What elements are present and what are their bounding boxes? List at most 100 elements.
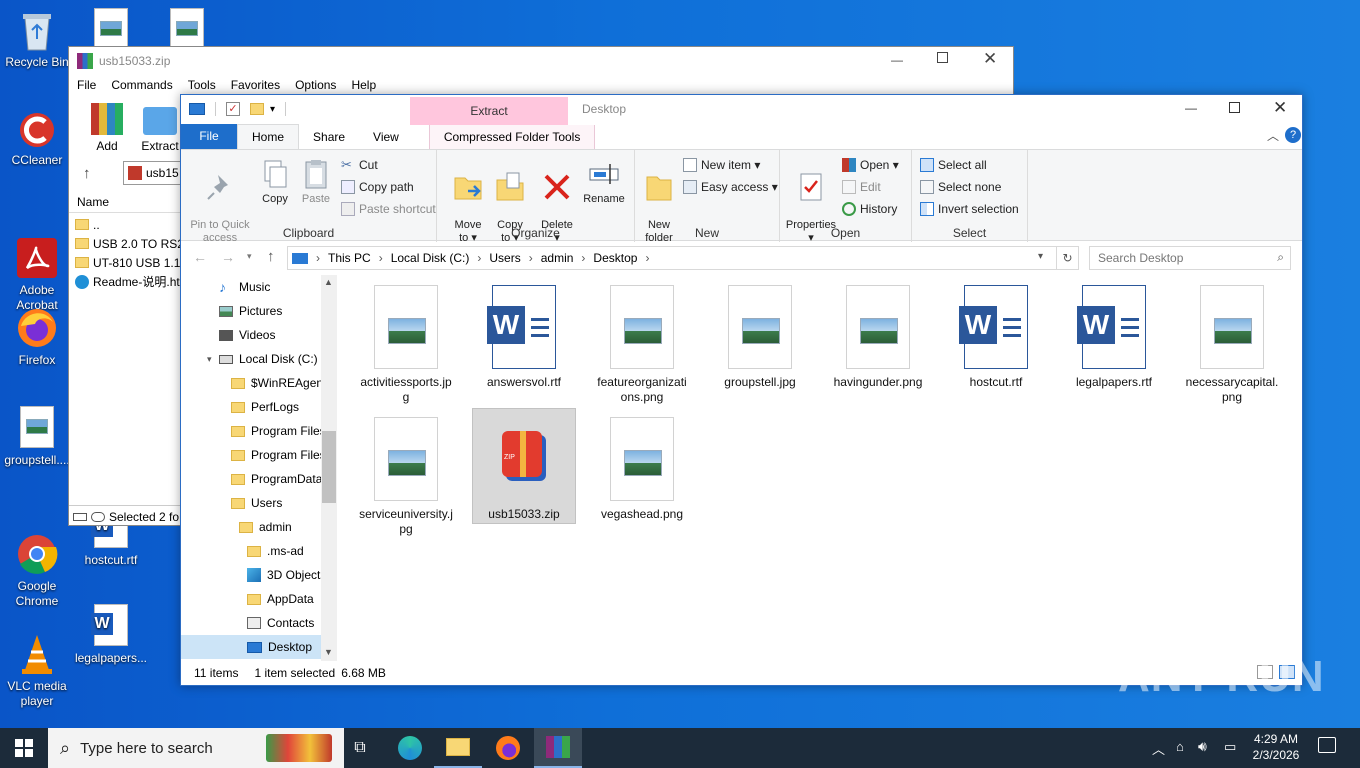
ribbon-collapse-icon[interactable]: ︿ [1267,127,1279,144]
expand-chevron-icon[interactable]: ▾ [207,354,212,365]
file-item[interactable]: Wanswersvol.rtf [473,275,575,390]
nav-item-ms-ad[interactable]: .ms-ad [181,539,321,563]
winrar-taskbar-button[interactable] [534,728,582,768]
volume-icon[interactable]: 🔊︎ [1198,738,1207,755]
nav-item-winreagent[interactable]: $WinREAgent [181,371,321,395]
paste-button[interactable]: Paste [297,158,335,206]
select-none-button[interactable]: Select none [920,180,1001,194]
menu-tools[interactable]: Tools [188,78,216,92]
nav-item-music[interactable]: ♪ Music [181,275,321,299]
up-button[interactable]: ↑ [267,248,275,265]
search-box[interactable]: Search Desktop ⌕ [1089,246,1291,270]
breadcrumb-admin[interactable]: admin [541,251,574,265]
menu-help[interactable]: Help [351,78,376,92]
desktop-icon-vlc[interactable]: VLC media player [0,602,74,724]
address-dropdown-icon[interactable]: ▾ [1038,251,1043,262]
edge-taskbar-button[interactable] [386,728,434,768]
file-explorer-taskbar-button[interactable] [434,728,482,768]
new-folder-qat-icon[interactable] [250,103,264,115]
file-item[interactable]: Wlegalpapers.rtf [1063,275,1165,390]
file-item[interactable]: vegashead.png [591,407,693,522]
winrar-list-header[interactable]: Name [69,191,181,213]
task-view-button[interactable]: ⧉ [336,728,384,768]
desktop-icon-firefox[interactable]: Firefox [0,306,74,368]
qat-customize-icon[interactable]: ▾ [270,104,275,115]
easy-access-button[interactable]: Easy access ▾ [683,180,778,194]
minimize-button[interactable]: — [891,53,903,67]
close-button[interactable]: ✕ [983,49,997,69]
file-item[interactable]: groupstell.jpg [709,275,811,390]
notifications-icon[interactable] [1318,737,1336,753]
select-all-button[interactable]: Select all [920,158,987,172]
winrar-path-field[interactable]: usb15 [123,161,183,185]
firefox-taskbar-button[interactable] [484,728,532,768]
desktop-icon-ccleaner[interactable]: CCleaner [0,106,74,168]
clock[interactable]: 4:29 AM 2/3/2026 [1244,731,1308,763]
nav-item-programdata[interactable]: ProgramData [181,467,321,491]
file-item[interactable]: activitiessports.jpg [355,275,457,405]
nav-item-perflogs[interactable]: PerfLogs [181,395,321,419]
rename-button[interactable]: Rename [581,158,627,206]
nav-item-videos[interactable]: Videos [181,323,321,347]
forward-button[interactable]: → [221,249,235,265]
scrollbar-thumb[interactable] [322,431,336,503]
tab-share[interactable]: Share [299,125,359,149]
winrar-add-button[interactable]: Add [85,103,129,153]
breadcrumb-this-pc[interactable]: This PC [328,251,371,265]
nav-item-appdata[interactable]: AppData [181,587,321,611]
cut-button[interactable]: ✂ Cut [341,158,378,173]
file-item[interactable]: featureorganizations.png [591,275,693,405]
nav-item-contacts[interactable]: Contacts [181,611,321,635]
scroll-up-icon[interactable]: ▲ [324,277,333,287]
desktop-file-icon-top[interactable] [170,8,204,50]
desktop-icon-recycle-bin[interactable]: Recycle Bin [0,8,74,70]
breadcrumb-desktop[interactable]: Desktop [593,251,637,265]
menu-commands[interactable]: Commands [111,78,172,92]
tray-chevron-up-icon[interactable]: ︿ [1152,739,1165,758]
list-item[interactable]: UT-810 USB 1.1 T [75,253,181,272]
open-button[interactable]: Open ▾ [842,158,899,172]
file-item[interactable]: havingunder.png [827,275,929,390]
scroll-down-icon[interactable]: ▼ [324,647,333,657]
properties-qat-icon[interactable]: ✓ [226,102,240,116]
nav-item-program-files[interactable]: Program Files [181,419,321,443]
address-bar[interactable]: › This PC › Local Disk (C:) › Users › ad… [287,246,1057,270]
nav-item-3d-objects[interactable]: 3D Objects [181,563,321,587]
file-item[interactable]: ZIP usb15033.zip [472,408,576,524]
ime-icon[interactable]: ▭ [1224,739,1236,755]
breadcrumb-users[interactable]: Users [489,251,520,265]
start-button[interactable] [0,728,48,768]
list-item[interactable]: USB 2.0 TO RS232 [75,234,181,253]
file-item[interactable]: Whostcut.rtf [945,275,1047,390]
invert-selection-button[interactable]: Invert selection [920,202,1019,216]
nav-item-desktop[interactable]: Desktop [181,635,321,659]
file-item[interactable]: necessarycapital.png [1181,275,1283,405]
history-button[interactable]: History [842,202,897,216]
minimize-button[interactable]: — [1185,101,1197,115]
desktop-icon-groupstell[interactable]: groupstell.... [0,406,74,468]
network-icon[interactable]: ⌂ [1176,739,1184,754]
list-item[interactable]: Readme-说明.ht [75,272,181,291]
maximize-button[interactable] [937,52,948,63]
nav-item-program-files[interactable]: Program Files [181,443,321,467]
tab-file[interactable]: File [181,124,237,149]
file-item[interactable]: serviceuniversity.jpg [355,407,457,537]
tab-home[interactable]: Home [237,124,300,149]
nav-item-users[interactable]: Users [181,491,321,515]
explorer-titlebar[interactable]: ✓ ▾ Desktop — ✕ [181,95,1302,123]
menu-options[interactable]: Options [295,78,336,92]
maximize-button[interactable] [1229,102,1240,113]
close-button[interactable]: ✕ [1273,98,1287,118]
nav-item-admin[interactable]: admin [181,515,321,539]
desktop-file-icon-top[interactable] [94,8,128,50]
menu-favorites[interactable]: Favorites [231,78,280,92]
refresh-button[interactable]: ↻ [1057,246,1079,270]
copy-path-button[interactable]: Copy path [341,180,414,194]
breadcrumb-local-disk[interactable]: Local Disk (C:) [391,251,470,265]
taskbar-search-box[interactable]: ⌕ Type here to search [48,728,344,768]
new-item-button[interactable]: New item ▾ [683,158,760,172]
winrar-up-button[interactable]: ↑ [83,165,91,182]
menu-file[interactable]: File [77,78,96,92]
nav-item-pictures[interactable]: Pictures [181,299,321,323]
copy-button[interactable]: Copy [257,158,293,206]
